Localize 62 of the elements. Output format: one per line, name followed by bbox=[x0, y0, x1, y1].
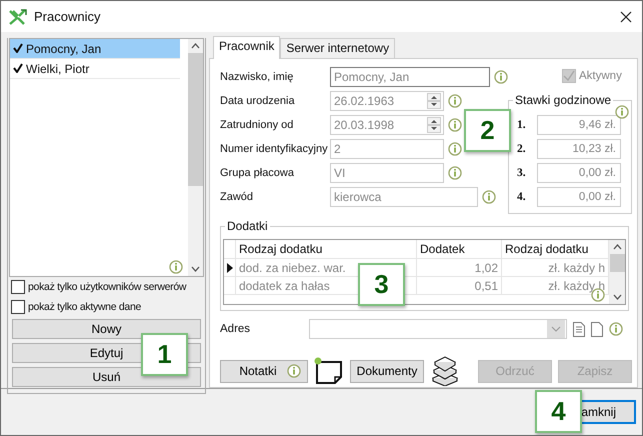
input-field[interactable]: Pomocny, Jan bbox=[330, 67, 490, 87]
list-item[interactable]: Pomocny, Jan bbox=[10, 39, 180, 59]
field-label: Zawód bbox=[220, 191, 254, 203]
scrollbar[interactable] bbox=[188, 39, 203, 276]
column-header[interactable]: Rodzaj dodatku bbox=[236, 240, 417, 258]
field-label: Zatrudniony od bbox=[220, 119, 294, 131]
rate-number: 4. bbox=[517, 191, 527, 203]
sticky-note-icon bbox=[314, 357, 344, 385]
callout-tooltip: 1 bbox=[141, 333, 188, 376]
rate-number: 2. bbox=[517, 143, 527, 155]
field-label: Adres bbox=[220, 323, 252, 335]
input-field[interactable]: 0,00 zł. bbox=[537, 163, 621, 183]
rate-number: 3. bbox=[517, 167, 527, 179]
table-cell: 0,51 bbox=[417, 277, 502, 294]
list-item[interactable]: Wielki, Piotr bbox=[10, 59, 180, 79]
spinner-icon bbox=[427, 117, 441, 133]
dropdown[interactable] bbox=[309, 319, 567, 339]
field-label: Data urodzenia bbox=[220, 95, 296, 107]
callout-tooltip: 3 bbox=[358, 263, 405, 306]
input-field[interactable]: 2 bbox=[330, 139, 444, 159]
info-icon bbox=[448, 118, 462, 132]
column-header[interactable]: Dodatek bbox=[417, 240, 502, 258]
field-label: Numer identyfikacyjny bbox=[220, 143, 326, 155]
info-icon bbox=[609, 322, 623, 336]
rate-number: 1. bbox=[517, 119, 527, 131]
input-field[interactable]: 10,23 zł. bbox=[537, 139, 621, 159]
info-icon bbox=[494, 70, 508, 84]
field-label: Nazwisko, imię bbox=[220, 71, 294, 83]
input-field[interactable]: 0,00 zł. bbox=[537, 187, 621, 207]
tab[interactable]: Pracownik bbox=[213, 36, 280, 59]
tab[interactable]: Serwer internetowy bbox=[280, 38, 396, 58]
spinner-icon bbox=[427, 93, 441, 109]
checkbox[interactable]: pokaż tylko użytkowników serwerów bbox=[9, 277, 204, 297]
info-icon bbox=[615, 105, 629, 119]
check-icon bbox=[563, 70, 575, 82]
input-field[interactable]: kierowca bbox=[330, 187, 478, 207]
button[interactable]: Nowy bbox=[12, 319, 201, 339]
window-title: Pracownicy bbox=[34, 9, 102, 24]
callout-tooltip: 2 bbox=[464, 109, 511, 152]
input-field[interactable]: VI bbox=[330, 163, 444, 183]
info-icon bbox=[448, 166, 462, 180]
info-icon bbox=[448, 94, 462, 108]
checkbox[interactable]: pokaż tylko aktywne dane bbox=[9, 297, 204, 317]
input-field[interactable]: 9,46 zł. bbox=[537, 115, 621, 135]
date-field[interactable]: 20.03.1998 bbox=[330, 115, 444, 135]
scrollbar[interactable] bbox=[609, 240, 625, 304]
table-cell: 1,02 bbox=[417, 259, 502, 276]
info-icon bbox=[169, 260, 183, 274]
info-icon bbox=[482, 190, 496, 204]
info-icon bbox=[448, 142, 462, 156]
documents-button[interactable]: Dokumenty bbox=[350, 360, 424, 382]
app-icon bbox=[9, 8, 27, 24]
info-icon bbox=[286, 364, 301, 378]
close-icon bbox=[620, 10, 632, 22]
field-label: Grupa płacowa bbox=[220, 167, 295, 179]
date-field[interactable]: 26.02.1963 bbox=[330, 91, 444, 111]
blank-document-icon bbox=[591, 322, 603, 336]
notes-button[interactable]: Notatki bbox=[220, 360, 308, 382]
callout-tooltip: 4 bbox=[535, 390, 582, 433]
document-icon bbox=[573, 322, 585, 336]
group-title: Dodatki bbox=[225, 219, 270, 233]
group-title: Stawki godzinowe bbox=[513, 93, 614, 107]
